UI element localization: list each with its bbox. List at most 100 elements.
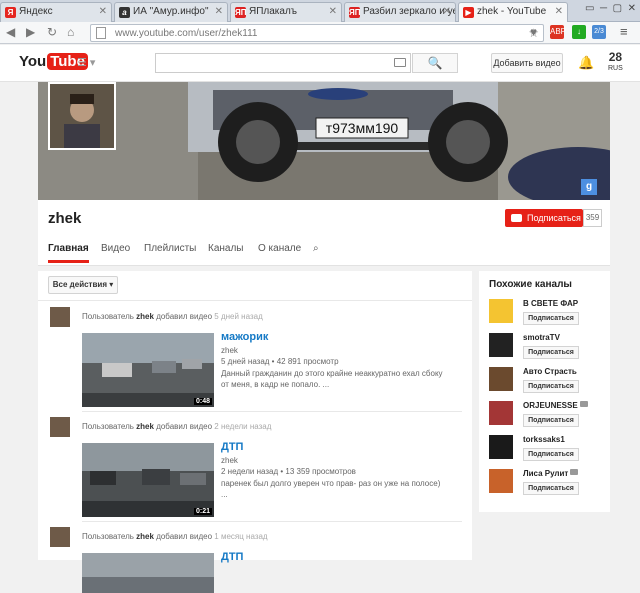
divider — [38, 300, 472, 301]
divider — [82, 411, 462, 412]
back-icon[interactable]: ◀ — [6, 25, 15, 39]
channel-banner: т973мм190 — [38, 82, 610, 200]
video-thumbnail[interactable]: 0:48 — [82, 333, 214, 407]
video-stats: 5 дней назад • 42 891 просмотр — [221, 357, 339, 366]
tab-playlists[interactable]: Плейлисты — [144, 243, 196, 254]
banner-image: т973мм190 — [38, 82, 610, 200]
download-icon[interactable]: ↓ — [572, 25, 586, 39]
channel-avatar[interactable] — [48, 82, 116, 150]
subscriber-count: 359 — [583, 209, 602, 227]
video-author[interactable]: zhek — [221, 455, 238, 466]
menu-icon[interactable]: ≡ — [620, 24, 628, 39]
video-description: от меня, в кадр не попало. ... — [221, 380, 330, 389]
related-channel-item: Лиса Рулит Подписаться — [489, 469, 609, 503]
close-tab-icon[interactable]: ✕ — [329, 6, 337, 17]
channel-avatar[interactable] — [489, 401, 513, 425]
video-title[interactable]: мажорик — [221, 331, 268, 343]
video-author[interactable]: zhek — [221, 345, 238, 356]
all-actions-dropdown[interactable]: Все действия ▾ — [48, 276, 118, 294]
video-title[interactable]: ДТП — [221, 551, 243, 563]
browser-tab-yandex[interactable]: Я Яндекс ✕ — [0, 2, 112, 22]
browser-tab-yaplakal[interactable]: ЯП ЯПлакалъ ✕ — [230, 2, 342, 22]
browser-tab-razbil[interactable]: ЯП Разбил зеркало и уе ✕ — [344, 2, 456, 22]
verified-icon — [570, 469, 579, 475]
search-icon[interactable]: ⌕ — [313, 243, 319, 254]
forward-icon[interactable]: ▶ — [26, 25, 35, 39]
video-thumbnail[interactable]: 0:21 — [82, 443, 214, 517]
related-channels-title: Похожие каналы — [489, 279, 572, 290]
extension-icon[interactable]: 2/3 — [592, 25, 606, 39]
related-channels: Похожие каналы В СВЕТЕ ФАР Подписаться smo… — [479, 271, 610, 512]
subscribe-button[interactable]: Подписаться — [523, 312, 579, 325]
channel-avatar[interactable] — [489, 299, 513, 323]
amur-info-icon: a — [119, 7, 130, 18]
subscribe-button[interactable]: Подписаться — [523, 380, 579, 393]
tab-home[interactable]: Главная — [48, 243, 89, 263]
related-channel-item: В СВЕТЕ ФАР Подписаться — [489, 299, 609, 333]
yandex-icon: Я — [5, 7, 16, 18]
url-field[interactable]: www.youtube.com/user/zhek111 ☆ — [90, 24, 544, 42]
related-channel-item: smotraTV Подписаться — [489, 333, 609, 367]
channel-avatar[interactable] — [489, 469, 513, 493]
reload-icon[interactable]: ↻ — [47, 25, 57, 39]
close-tab-icon[interactable]: ✕ — [215, 6, 223, 17]
related-channel-name[interactable]: Авто Страсть — [523, 367, 577, 376]
video-stats: 2 недели назад • 13 359 просмотров — [221, 467, 356, 476]
related-channel-item: Авто Страсть Подписаться — [489, 367, 609, 401]
tab-about[interactable]: О канале — [258, 243, 301, 254]
divider — [82, 521, 462, 522]
related-channel-name[interactable]: Лиса Рулит — [523, 469, 579, 478]
tab-channels[interactable]: Каналы — [208, 243, 244, 254]
search-button[interactable]: 🔍 — [412, 53, 458, 73]
related-channel-item: torkssaks1 Подписаться — [489, 435, 609, 469]
subscribe-button[interactable]: Подписаться — [523, 346, 579, 359]
upload-button[interactable]: Добавить видео — [491, 53, 563, 73]
keyboard-icon[interactable] — [394, 58, 406, 67]
activity-text: Пользователь zhek добавил видео 2 недели… — [82, 422, 272, 431]
video-thumbnail[interactable] — [82, 553, 214, 593]
related-channel-item: ORJEUNESSE Подписаться — [489, 401, 609, 435]
google-plus-icon[interactable]: g — [581, 179, 597, 195]
subscribe-button[interactable]: Подписаться — [523, 448, 579, 461]
subscribe-button[interactable]: Подписаться — [523, 414, 579, 427]
subscribe-button[interactable]: Подписаться — [505, 209, 583, 227]
license-plate: т973мм190 — [326, 120, 399, 136]
adblock-icon[interactable]: ABP — [550, 25, 566, 39]
account-badge[interactable]: 28 RUS — [608, 51, 623, 74]
page-icon — [96, 27, 106, 39]
channel-name: zhek — [48, 210, 82, 227]
related-channel-name[interactable]: torkssaks1 — [523, 435, 565, 444]
close-tab-icon[interactable]: ✕ — [555, 6, 563, 17]
close-tab-icon[interactable]: ✕ — [99, 6, 107, 17]
tab-videos[interactable]: Видео — [101, 243, 130, 254]
channel-avatar[interactable] — [489, 367, 513, 391]
browser-tab-bar: Я Яндекс ✕ a ИА "Амур.инфо" ✕ ЯП ЯПлакал… — [0, 0, 640, 22]
user-avatar[interactable] — [50, 417, 70, 437]
window-controls[interactable]: ▭ ─ ▢ ✕ — [585, 3, 636, 14]
browser-tab-youtube[interactable]: ▶ zhek - YouTube ✕ — [458, 2, 568, 22]
close-tab-icon[interactable]: ✕ — [443, 6, 451, 17]
play-icon — [511, 214, 522, 222]
yaplakal-icon: ЯП — [349, 7, 361, 18]
verified-icon — [579, 401, 588, 407]
search-input[interactable] — [155, 53, 411, 73]
video-title[interactable]: ДТП — [221, 441, 243, 453]
heart-icon[interactable]: ♥ — [530, 25, 537, 39]
related-channel-name[interactable]: smotraTV — [523, 333, 560, 342]
video-description: паренек был долго уверен что прав- раз о… — [221, 479, 441, 488]
browser-tab-amur[interactable]: a ИА "Амур.инфо" ✕ — [114, 2, 228, 22]
activity-feed: Все действия ▾ Пользователь zhek добавил… — [38, 271, 472, 593]
related-channel-name[interactable]: ORJEUNESSE — [523, 401, 588, 410]
video-duration: 0:48 — [193, 398, 212, 405]
channel-avatar[interactable] — [489, 333, 513, 357]
channel-avatar[interactable] — [489, 435, 513, 459]
guide-menu-icon[interactable]: ☰ ▾ — [77, 56, 95, 69]
activity-text: Пользователь zhek добавил видео 1 месяц … — [82, 532, 268, 541]
user-avatar[interactable] — [50, 527, 70, 547]
bell-icon[interactable]: 🔔 — [578, 55, 594, 71]
related-channel-name[interactable]: В СВЕТЕ ФАР — [523, 299, 578, 308]
channel-header: zhek Подписаться 359 Главная Видео Плейл… — [38, 200, 610, 266]
user-avatar[interactable] — [50, 307, 70, 327]
subscribe-button[interactable]: Подписаться — [523, 482, 579, 495]
home-icon[interactable]: ⌂ — [67, 25, 74, 39]
